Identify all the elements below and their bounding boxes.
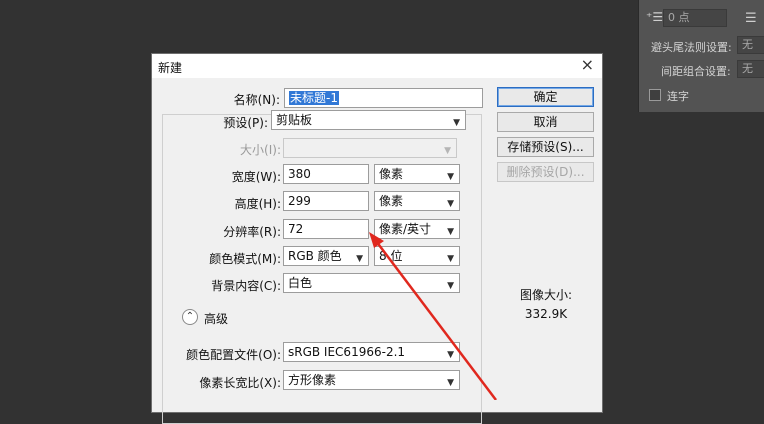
background-label: 背景内容(C): (211, 279, 281, 293)
resolution-label: 分辨率(R): (223, 225, 281, 239)
top-value-field[interactable]: 0 点 (663, 9, 727, 27)
delete-preset-button[interactable]: 删除预设(D)... (497, 162, 594, 182)
chevron-down-icon: ▼ (447, 350, 454, 360)
color-profile-label: 颜色配置文件(O): (186, 348, 281, 362)
avoid-label: 避头尾法则设置: (651, 41, 732, 54)
preset-label: 预设(P): (223, 116, 268, 130)
background-value: 白色 (288, 276, 313, 290)
chevron-down-icon: ▼ (444, 146, 451, 156)
preset-value: 剪贴板 (276, 113, 313, 127)
width-label: 宽度(W): (231, 170, 281, 184)
size-label: 大小(I): (240, 143, 281, 157)
chevron-down-icon: ▼ (447, 227, 454, 237)
height-unit-value: 像素 (379, 194, 404, 208)
pixel-aspect-value: 方形像素 (288, 373, 337, 387)
ligature-label: 连字 (667, 90, 689, 103)
height-unit-select[interactable]: 像素 ▼ (374, 191, 460, 211)
save-preset-button[interactable]: 存储预设(S)... (497, 137, 594, 157)
height-value: 299 (288, 194, 311, 208)
color-profile-value: sRGB IEC61966-2.1 (288, 345, 406, 359)
double-chevron-up-icon[interactable]: ⌃ (182, 309, 198, 325)
spacing-value: 无 (742, 62, 753, 75)
close-icon[interactable]: × (581, 55, 594, 74)
color-mode-label: 颜色模式(M): (209, 252, 281, 266)
name-value: 未标题-1 (289, 91, 339, 105)
color-mode-select[interactable]: RGB 颜色 ▼ (283, 246, 369, 266)
resolution-unit-select[interactable]: 像素/英寸 ▼ (374, 219, 460, 239)
color-mode-value: RGB 颜色 (288, 249, 342, 263)
name-input[interactable]: 未标题-1 (284, 88, 483, 108)
name-label: 名称(N): (233, 93, 280, 107)
avoid-select[interactable]: 无 (737, 36, 764, 54)
height-label: 高度(H): (234, 197, 281, 211)
bit-depth-select[interactable]: 8 位 ▼ (374, 246, 460, 266)
chevron-down-icon: ▼ (453, 118, 460, 128)
spacing-label: 间距组合设置: (661, 65, 731, 78)
avoid-value: 无 (742, 38, 753, 51)
dialog-titlebar: 新建 × (152, 54, 602, 78)
background-select[interactable]: 白色 ▼ (283, 273, 460, 293)
image-size-label: 图像大小: (519, 288, 573, 302)
spacing-select[interactable]: 无 (737, 60, 764, 78)
chevron-down-icon: ▼ (356, 254, 363, 264)
height-input[interactable]: 299 (283, 191, 369, 211)
ligature-checkbox[interactable] (649, 89, 661, 101)
color-profile-select[interactable]: sRGB IEC61966-2.1 ▼ (283, 342, 460, 362)
resolution-value: 72 (288, 222, 304, 236)
resolution-unit-value: 像素/英寸 (379, 222, 432, 236)
advanced-label: 高级 (204, 312, 229, 326)
width-unit-select[interactable]: 像素 ▼ (374, 164, 460, 184)
dialog-title: 新建 (158, 61, 183, 75)
panel-menu-icon[interactable]: ☰ (745, 11, 757, 26)
cancel-button[interactable]: 取消 (497, 112, 594, 132)
width-unit-value: 像素 (379, 167, 404, 181)
character-panel: ⁺☰ 0 点 ☰ 避头尾法则设置: 无 间距组合设置: 无 连字 (638, 0, 764, 112)
size-select[interactable]: ▼ (283, 138, 457, 158)
pixel-aspect-label: 像素长宽比(X): (199, 376, 281, 390)
chevron-down-icon: ▼ (447, 281, 454, 291)
chevron-down-icon: ▼ (447, 199, 454, 209)
resolution-input[interactable]: 72 (283, 219, 369, 239)
pixel-aspect-select[interactable]: 方形像素 ▼ (283, 370, 460, 390)
ok-button[interactable]: 确定 (497, 87, 594, 107)
width-value: 380 (288, 167, 311, 181)
top-value-text: 0 点 (668, 11, 690, 24)
chevron-down-icon: ▼ (447, 378, 454, 388)
bit-depth-value: 8 位 (379, 249, 403, 263)
image-size-value: 332.9K (524, 307, 568, 321)
width-input[interactable]: 380 (283, 164, 369, 184)
chevron-down-icon: ▼ (447, 254, 454, 264)
chevron-down-icon: ▼ (447, 172, 454, 182)
preset-select[interactable]: 剪贴板 ▼ (271, 110, 466, 130)
new-document-dialog: 新建 × 名称(N): 未标题-1 预设(P): 剪贴板 ▼ 大小(I): ▼ … (151, 53, 603, 424)
indent-icon: ⁺☰ (646, 10, 664, 24)
